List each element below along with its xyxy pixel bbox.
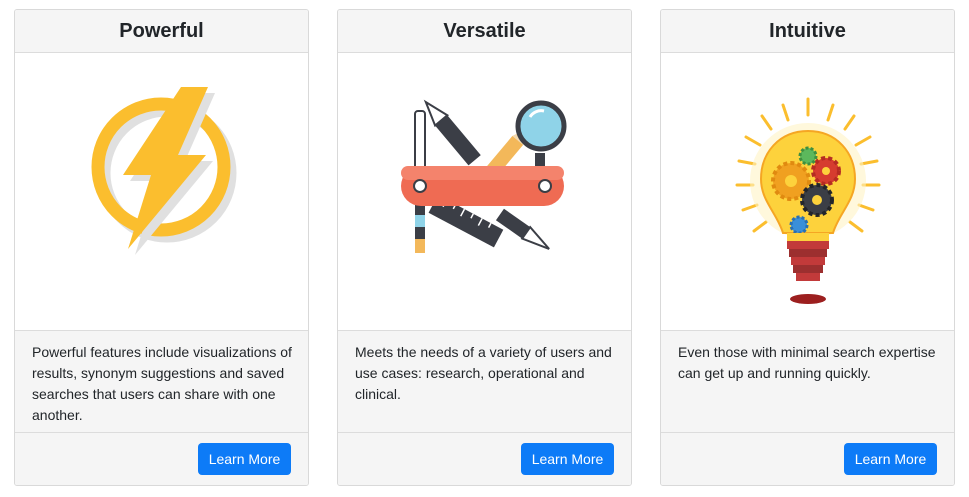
card-footer: Learn More: [338, 433, 631, 485]
card-footer: Learn More: [15, 433, 308, 485]
card-description: Even those with minimal search expertise…: [661, 331, 954, 433]
multitool-icon: [401, 99, 567, 253]
card-image: [661, 53, 954, 331]
feature-card-versatile: Versatile Meets the needs of a variety o…: [337, 9, 632, 486]
learn-more-button[interactable]: Learn More: [198, 443, 291, 475]
card-title: Powerful: [15, 10, 308, 53]
card-title: Versatile: [338, 10, 631, 53]
card-footer: Learn More: [661, 433, 954, 485]
card-image: [15, 53, 308, 331]
feature-card-intuitive: Intuitive Even those with minimal search…: [660, 9, 955, 486]
card-description: Meets the needs of a variety of users an…: [338, 331, 631, 433]
learn-more-button[interactable]: Learn More: [521, 443, 614, 475]
card-image: [338, 53, 631, 331]
card-title: Intuitive: [661, 10, 954, 53]
lightbulb-gears-icon: [735, 97, 881, 304]
feature-card-powerful: Powerful Powerful features include visua…: [14, 9, 309, 486]
card-description: Powerful features include visualizations…: [15, 331, 308, 433]
lightning-bolt-icon: [91, 87, 237, 255]
learn-more-button[interactable]: Learn More: [844, 443, 937, 475]
